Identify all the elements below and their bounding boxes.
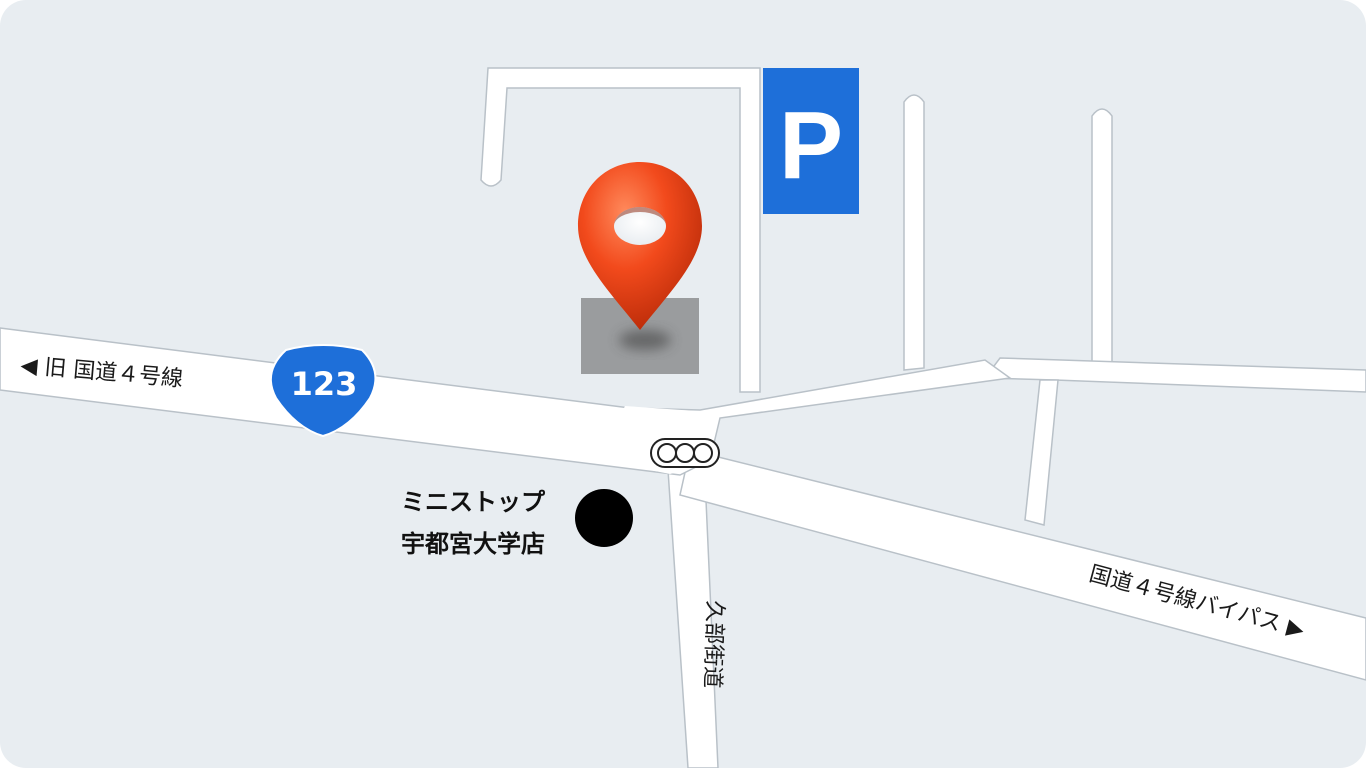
- spur-road-right: [1091, 108, 1113, 363]
- parking-letter: P: [779, 92, 843, 199]
- landmark[interactable]: ミニストップ 宇都宮大学店: [401, 488, 633, 558]
- map-canvas[interactable]: P 123 ミニストップ 宇都宮大学店 ◀ 旧 国道４号線 国道４号線バイパス …: [0, 0, 1366, 768]
- landmark-dot-icon: [575, 489, 633, 547]
- connector-road: [1024, 379, 1059, 526]
- spur-road-left: [903, 94, 925, 371]
- kube-kaido-label: 久部街道: [699, 600, 727, 689]
- map-frame: P 123 ミニストップ 宇都宮大学店 ◀ 旧 国道４号線 国道４号線バイパス …: [0, 0, 1366, 768]
- road-network: [0, 67, 1366, 768]
- route-number: 123: [291, 365, 358, 403]
- landmark-name-line2: 宇都宮大学店: [401, 530, 545, 558]
- pin-shadow: [619, 330, 671, 350]
- parking-sign[interactable]: P: [763, 68, 859, 214]
- bypass-road: [679, 449, 1366, 681]
- landmark-name-line1: ミニストップ: [401, 488, 546, 516]
- traffic-signal-icon: [650, 438, 720, 468]
- old-route4-road: [0, 327, 1012, 476]
